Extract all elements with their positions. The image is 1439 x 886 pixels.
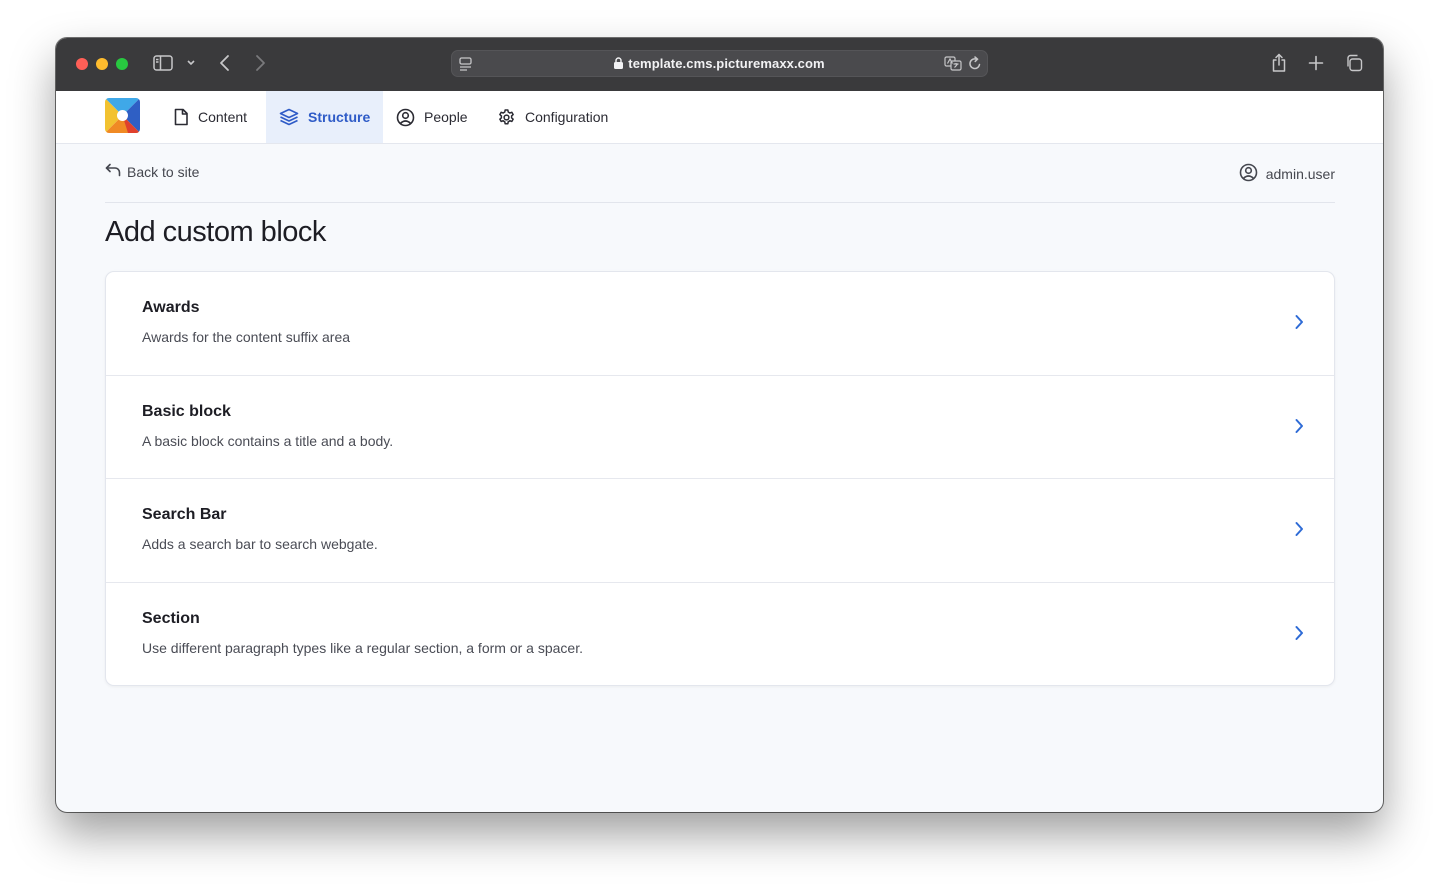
translate-icon[interactable]: [944, 56, 962, 71]
return-arrow-icon: [105, 163, 121, 180]
admin-toolbar: Content Structure People Configuration: [56, 91, 1383, 144]
block-type-description: A basic block contains a title and a bod…: [142, 432, 394, 449]
chevron-right-icon: [1294, 314, 1304, 335]
back-icon[interactable]: [218, 54, 232, 72]
new-tab-icon[interactable]: [1308, 55, 1324, 71]
gear-icon: [497, 108, 516, 127]
lock-icon: [614, 57, 624, 72]
nav-item-label: Structure: [308, 109, 371, 125]
minimize-window-button[interactable]: [96, 58, 108, 70]
block-type-description: Awards for the content suffix area: [142, 329, 351, 345]
zoom-window-button[interactable]: [116, 58, 128, 70]
url-text: template.cms.picturemaxx.com: [628, 56, 825, 71]
block-type-list: Awards Awards for the content suffix are…: [105, 271, 1335, 686]
file-icon: [173, 108, 189, 126]
username-label: admin.user: [1265, 166, 1335, 182]
user-circle-icon: [396, 108, 415, 127]
forward-icon[interactable]: [253, 54, 267, 72]
back-to-site-label: Back to site: [127, 163, 200, 180]
page-top-row: Back to site admin.user: [105, 143, 1335, 203]
back-to-site-link[interactable]: Back to site: [105, 163, 199, 180]
site-logo[interactable]: [105, 98, 140, 133]
user-account-link[interactable]: admin.user: [1239, 163, 1335, 185]
reload-icon[interactable]: [968, 56, 982, 71]
sidebar-toggle-icon[interactable]: [153, 54, 173, 72]
chevron-right-icon: [1294, 418, 1304, 439]
url-display: template.cms.picturemaxx.com: [452, 56, 987, 72]
list-item[interactable]: Awards Awards for the content suffix are…: [106, 272, 1334, 376]
browser-window: template.cms.picturemaxx.com Content Str…: [56, 38, 1383, 812]
chevron-right-icon: [1294, 521, 1304, 542]
nav-item-configuration[interactable]: Configuration: [497, 91, 608, 143]
block-type-description: Use different paragraph types like a reg…: [142, 639, 583, 656]
nav-item-people[interactable]: People: [396, 91, 468, 143]
layers-icon: [279, 108, 299, 126]
share-icon[interactable]: [1271, 53, 1287, 73]
block-type-description: Adds a search bar to search webgate.: [142, 536, 378, 552]
page-title: Add custom block: [105, 216, 326, 248]
close-window-button[interactable]: [76, 58, 88, 70]
list-item[interactable]: Basic block A basic block contains a tit…: [106, 376, 1334, 479]
list-item[interactable]: Section Use different paragraph types li…: [106, 583, 1334, 686]
nav-item-label: People: [424, 109, 468, 125]
chevron-down-icon[interactable]: [186, 59, 196, 67]
block-type-name: Awards: [142, 299, 200, 316]
list-item[interactable]: Search Bar Adds a search bar to search w…: [106, 479, 1334, 583]
block-type-name: Section: [142, 609, 200, 627]
tab-overview-icon[interactable]: [1345, 54, 1363, 72]
nav-item-structure[interactable]: Structure: [266, 91, 383, 143]
nav-item-content[interactable]: Content: [166, 91, 254, 143]
user-circle-icon: [1239, 163, 1258, 185]
chevron-right-icon: [1294, 625, 1304, 646]
nav-item-label: Configuration: [525, 109, 609, 125]
block-type-name: Search Bar: [142, 506, 227, 523]
browser-toolbar: template.cms.picturemaxx.com: [56, 38, 1383, 92]
nav-item-label: Content: [198, 109, 248, 125]
block-type-name: Basic block: [142, 402, 231, 420]
address-bar[interactable]: template.cms.picturemaxx.com: [451, 50, 988, 77]
